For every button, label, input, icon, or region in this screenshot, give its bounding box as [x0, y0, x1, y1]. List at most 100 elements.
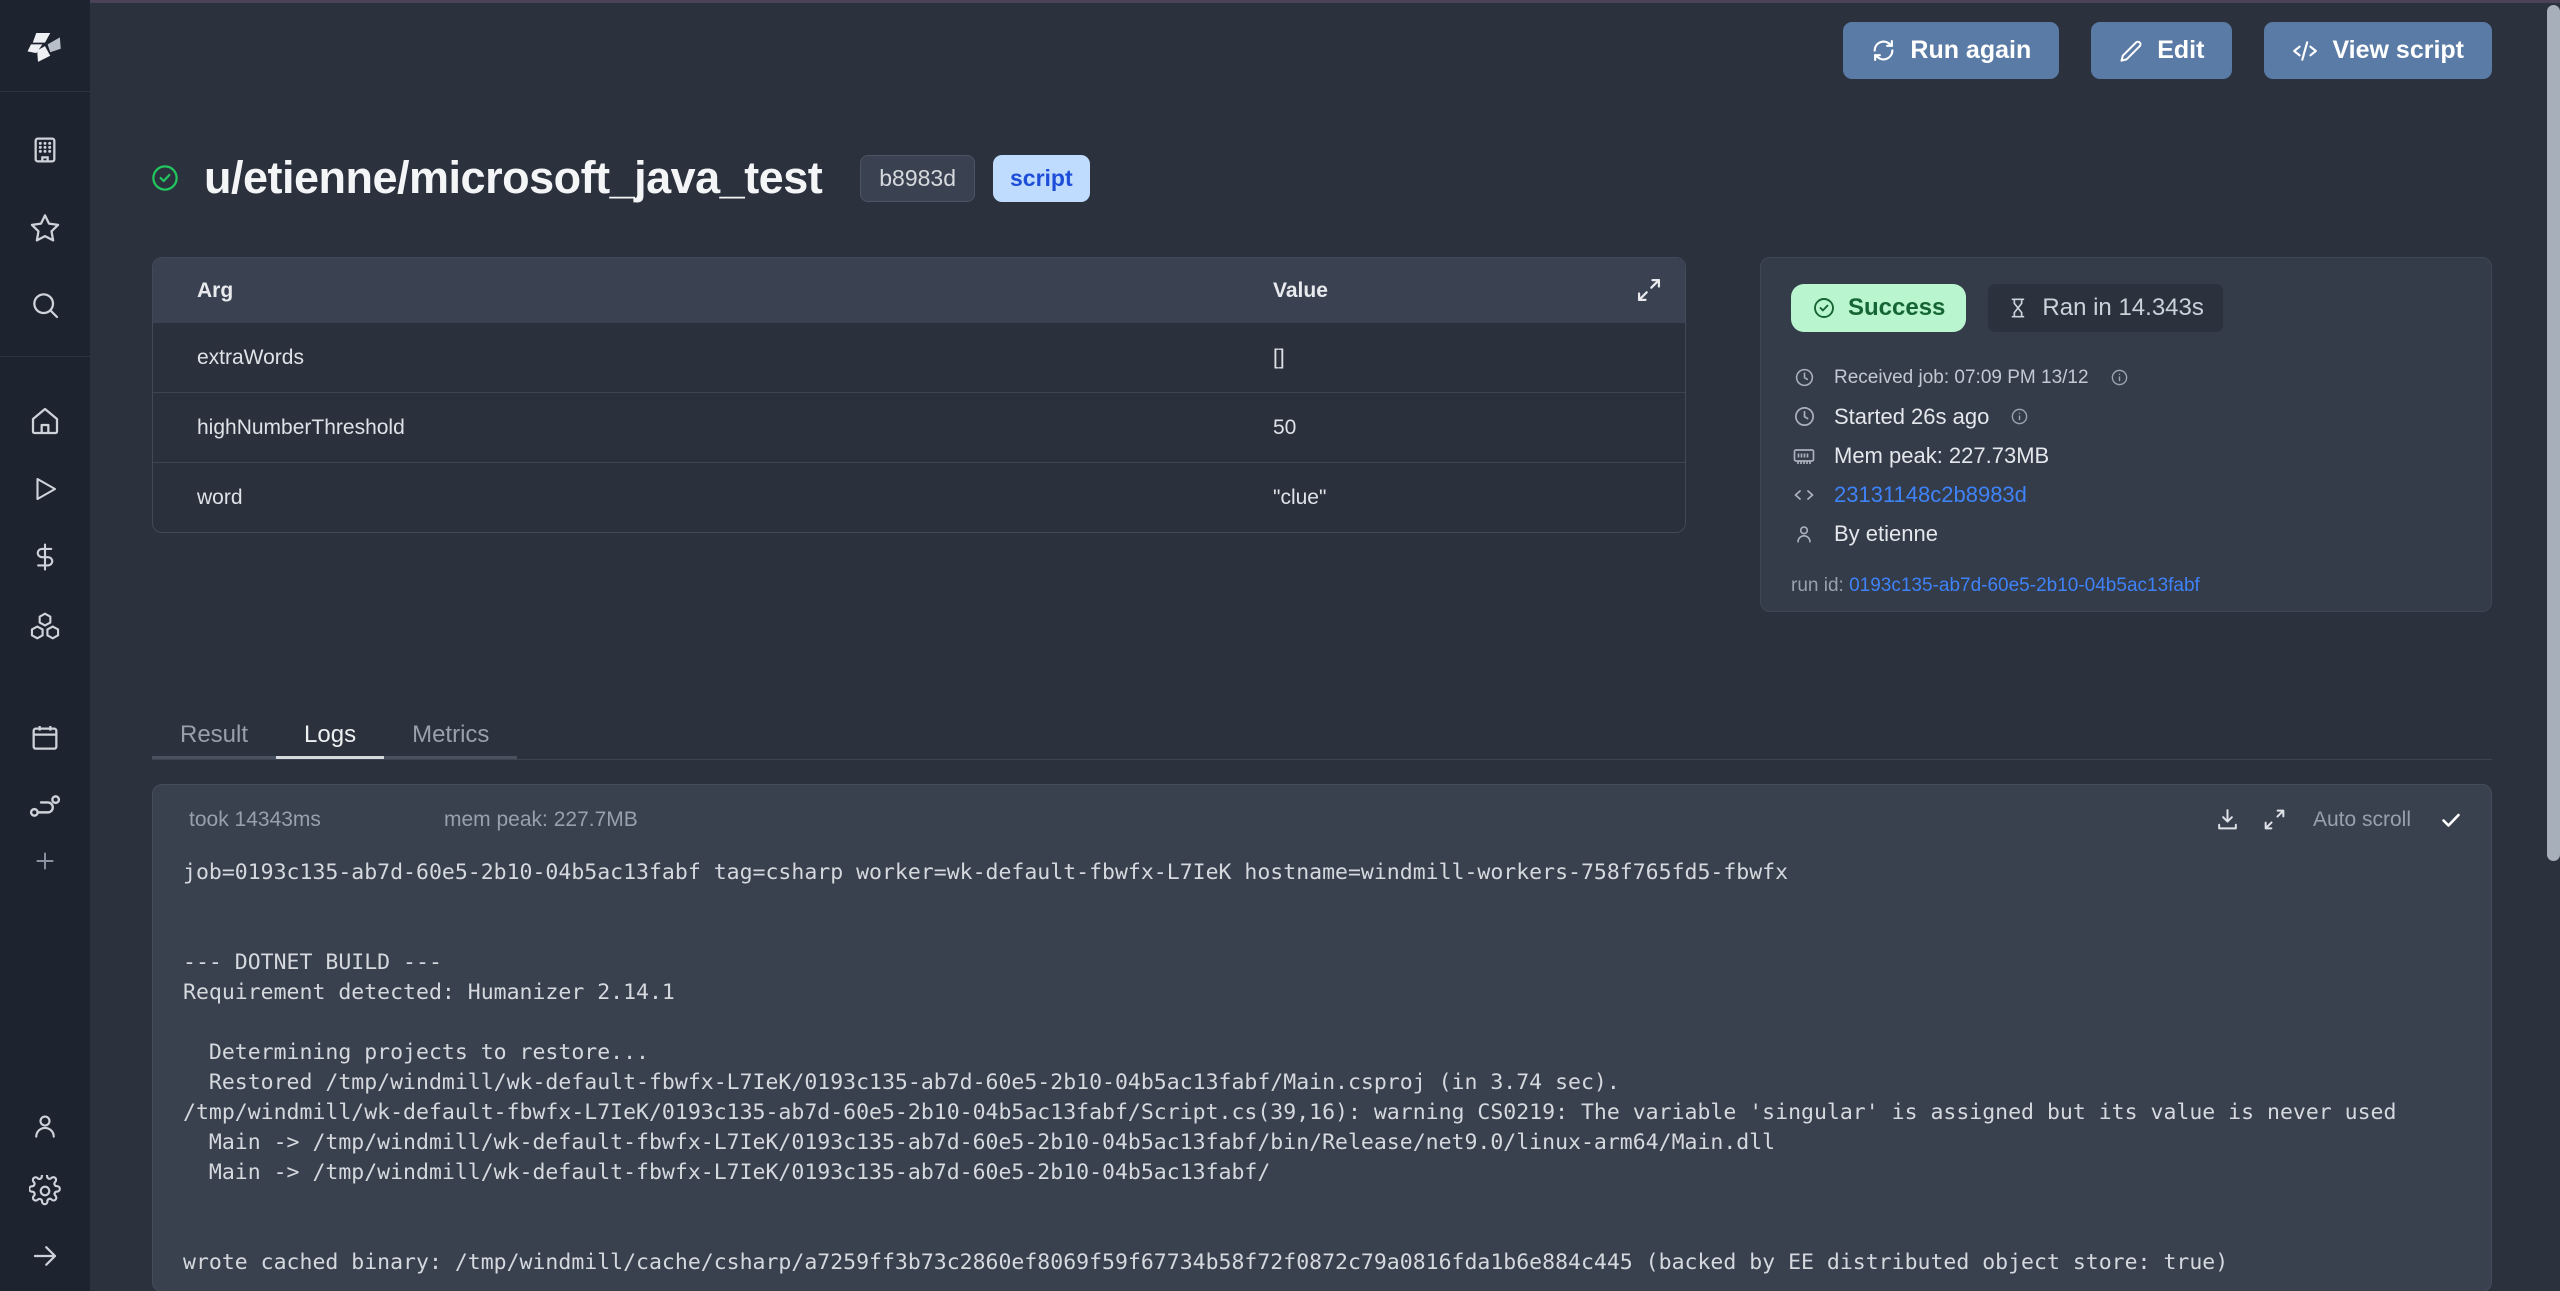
arg-value: "clue"	[1273, 486, 1326, 510]
sidebar-item-home[interactable]	[0, 399, 90, 443]
run-again-button[interactable]: Run again	[1843, 22, 2059, 79]
calendar-icon	[29, 722, 61, 754]
star-icon	[29, 212, 61, 244]
plus-icon	[32, 848, 58, 874]
boxes-icon	[29, 610, 61, 642]
table-row: highNumberThreshold 50	[153, 392, 1685, 462]
pencil-icon	[2119, 39, 2143, 63]
search-icon	[29, 289, 61, 321]
value-column-header: Value	[1273, 279, 1328, 303]
sidebar-item-favorites[interactable]	[0, 206, 90, 250]
expand-icon	[2262, 807, 2287, 832]
log-actions: Auto scroll	[2215, 807, 2463, 832]
tab-metrics[interactable]: Metrics	[384, 714, 517, 760]
log-header: took 14343ms mem peak: 227.7MB Auto scro…	[153, 785, 2491, 832]
info-icon[interactable]	[2110, 368, 2129, 387]
pinwheel-icon	[24, 26, 66, 68]
tabs-baseline	[152, 759, 2492, 760]
code-icon	[1791, 483, 1817, 507]
page-scrollbar[interactable]	[2547, 5, 2560, 861]
run-info-card: Success Ran in 14.343s Received job: 07:…	[1760, 257, 2492, 612]
edit-button[interactable]: Edit	[2091, 22, 2232, 79]
dollar-icon	[30, 542, 60, 572]
info-icon[interactable]	[2010, 407, 2029, 426]
log-output[interactable]: job=0193c135-ab7d-60e5-2b10-04b5ac13fabf…	[183, 858, 2491, 1278]
title-row: u/etienne/microsoft_java_test b8983d scr…	[150, 152, 1090, 204]
started-row: Started 26s ago	[1791, 397, 2461, 436]
edit-label: Edit	[2157, 36, 2204, 65]
sidebar-item-workspace[interactable]	[0, 128, 90, 172]
sidebar-divider	[0, 356, 90, 357]
gear-icon	[29, 1175, 61, 1207]
log-panel: took 14343ms mem peak: 227.7MB Auto scro…	[152, 784, 2492, 1291]
sidebar-item-workers[interactable]	[0, 784, 90, 828]
log-mem-peak: mem peak: 227.7MB	[444, 808, 638, 832]
code-icon	[2292, 38, 2318, 64]
by-user-row: By etienne	[1791, 514, 2461, 553]
user-icon	[30, 1111, 60, 1141]
log-took: took 14343ms	[189, 808, 444, 832]
arg-value: 50	[1273, 416, 1296, 440]
args-table: Arg Value extraWords [] highNumberThresh…	[152, 257, 1686, 533]
checkmark-icon	[2439, 808, 2463, 832]
expand-args-button[interactable]	[1635, 276, 1663, 310]
sidebar-item-variables[interactable]	[0, 535, 90, 579]
clock-icon	[1791, 367, 1817, 388]
hash-badge: b8983d	[860, 155, 975, 202]
view-script-label: View script	[2332, 36, 2464, 65]
run-again-label: Run again	[1910, 36, 2031, 65]
auto-scroll-checkbox[interactable]	[2439, 808, 2463, 832]
run-id-row: run id: 0193c135-ab7d-60e5-2b10-04b5ac13…	[1791, 575, 2461, 597]
expand-log-button[interactable]	[2262, 807, 2287, 832]
windmill-logo-icon[interactable]	[0, 26, 90, 68]
user-icon	[1791, 523, 1817, 545]
clock-icon	[1791, 405, 1817, 428]
hourglass-icon	[2007, 297, 2029, 319]
play-icon	[30, 474, 60, 504]
expand-icon	[1635, 276, 1663, 304]
duration-label: Ran in 14.343s	[2042, 294, 2203, 322]
script-type-badge[interactable]: script	[993, 155, 1090, 202]
started-label: Started 26s ago	[1834, 404, 1989, 430]
arg-name: highNumberThreshold	[153, 416, 1273, 440]
top-accent-line	[0, 0, 2560, 3]
tab-logs[interactable]: Logs	[276, 714, 384, 760]
status-badge: Success	[1791, 284, 1966, 332]
refresh-icon	[1871, 38, 1896, 63]
sidebar-item-schedules[interactable]	[0, 716, 90, 760]
arg-column-header: Arg	[153, 279, 1273, 303]
sidebar	[0, 0, 90, 1291]
tab-result[interactable]: Result	[152, 714, 276, 760]
table-row: word "clue"	[153, 462, 1685, 532]
download-log-button[interactable]	[2215, 807, 2240, 832]
view-script-button[interactable]: View script	[2264, 22, 2492, 79]
card-top-row: Success Ran in 14.343s	[1791, 284, 2461, 332]
sidebar-divider	[0, 91, 90, 92]
home-icon	[29, 405, 61, 437]
mem-peak-label: Mem peak: 227.73MB	[1834, 443, 2049, 469]
by-user-label: By etienne	[1834, 521, 1938, 547]
received-label: Received job: 07:09 PM 13/12	[1834, 367, 2089, 389]
building-icon	[29, 134, 61, 166]
success-check-icon	[150, 163, 180, 193]
run-id-label: run id:	[1791, 575, 1849, 596]
script-hash-link[interactable]: 23131148c2b8983d	[1834, 482, 2027, 508]
result-tabs: Result Logs Metrics	[152, 714, 2492, 760]
script-hash-row: 23131148c2b8983d	[1791, 475, 2461, 514]
page-title: u/etienne/microsoft_java_test	[204, 152, 822, 204]
sidebar-item-runs[interactable]	[0, 467, 90, 511]
auto-scroll-label: Auto scroll	[2313, 808, 2411, 832]
sidebar-expand[interactable]	[0, 1234, 90, 1278]
arg-name: extraWords	[153, 346, 1273, 370]
status-label: Success	[1848, 294, 1945, 322]
sidebar-item-search[interactable]	[0, 283, 90, 327]
sidebar-item-settings[interactable]	[0, 1169, 90, 1213]
info-rows: Received job: 07:09 PM 13/12 Started 26s…	[1791, 358, 2461, 553]
sidebar-item-add[interactable]	[0, 839, 90, 883]
sidebar-item-account[interactable]	[0, 1104, 90, 1148]
run-id-link[interactable]: 0193c135-ab7d-60e5-2b10-04b5ac13fabf	[1849, 575, 2200, 596]
toolbar: Run again Edit View script	[1843, 22, 2492, 79]
arrow-right-icon	[30, 1241, 60, 1271]
sidebar-item-resources[interactable]	[0, 604, 90, 648]
download-icon	[2215, 807, 2240, 832]
